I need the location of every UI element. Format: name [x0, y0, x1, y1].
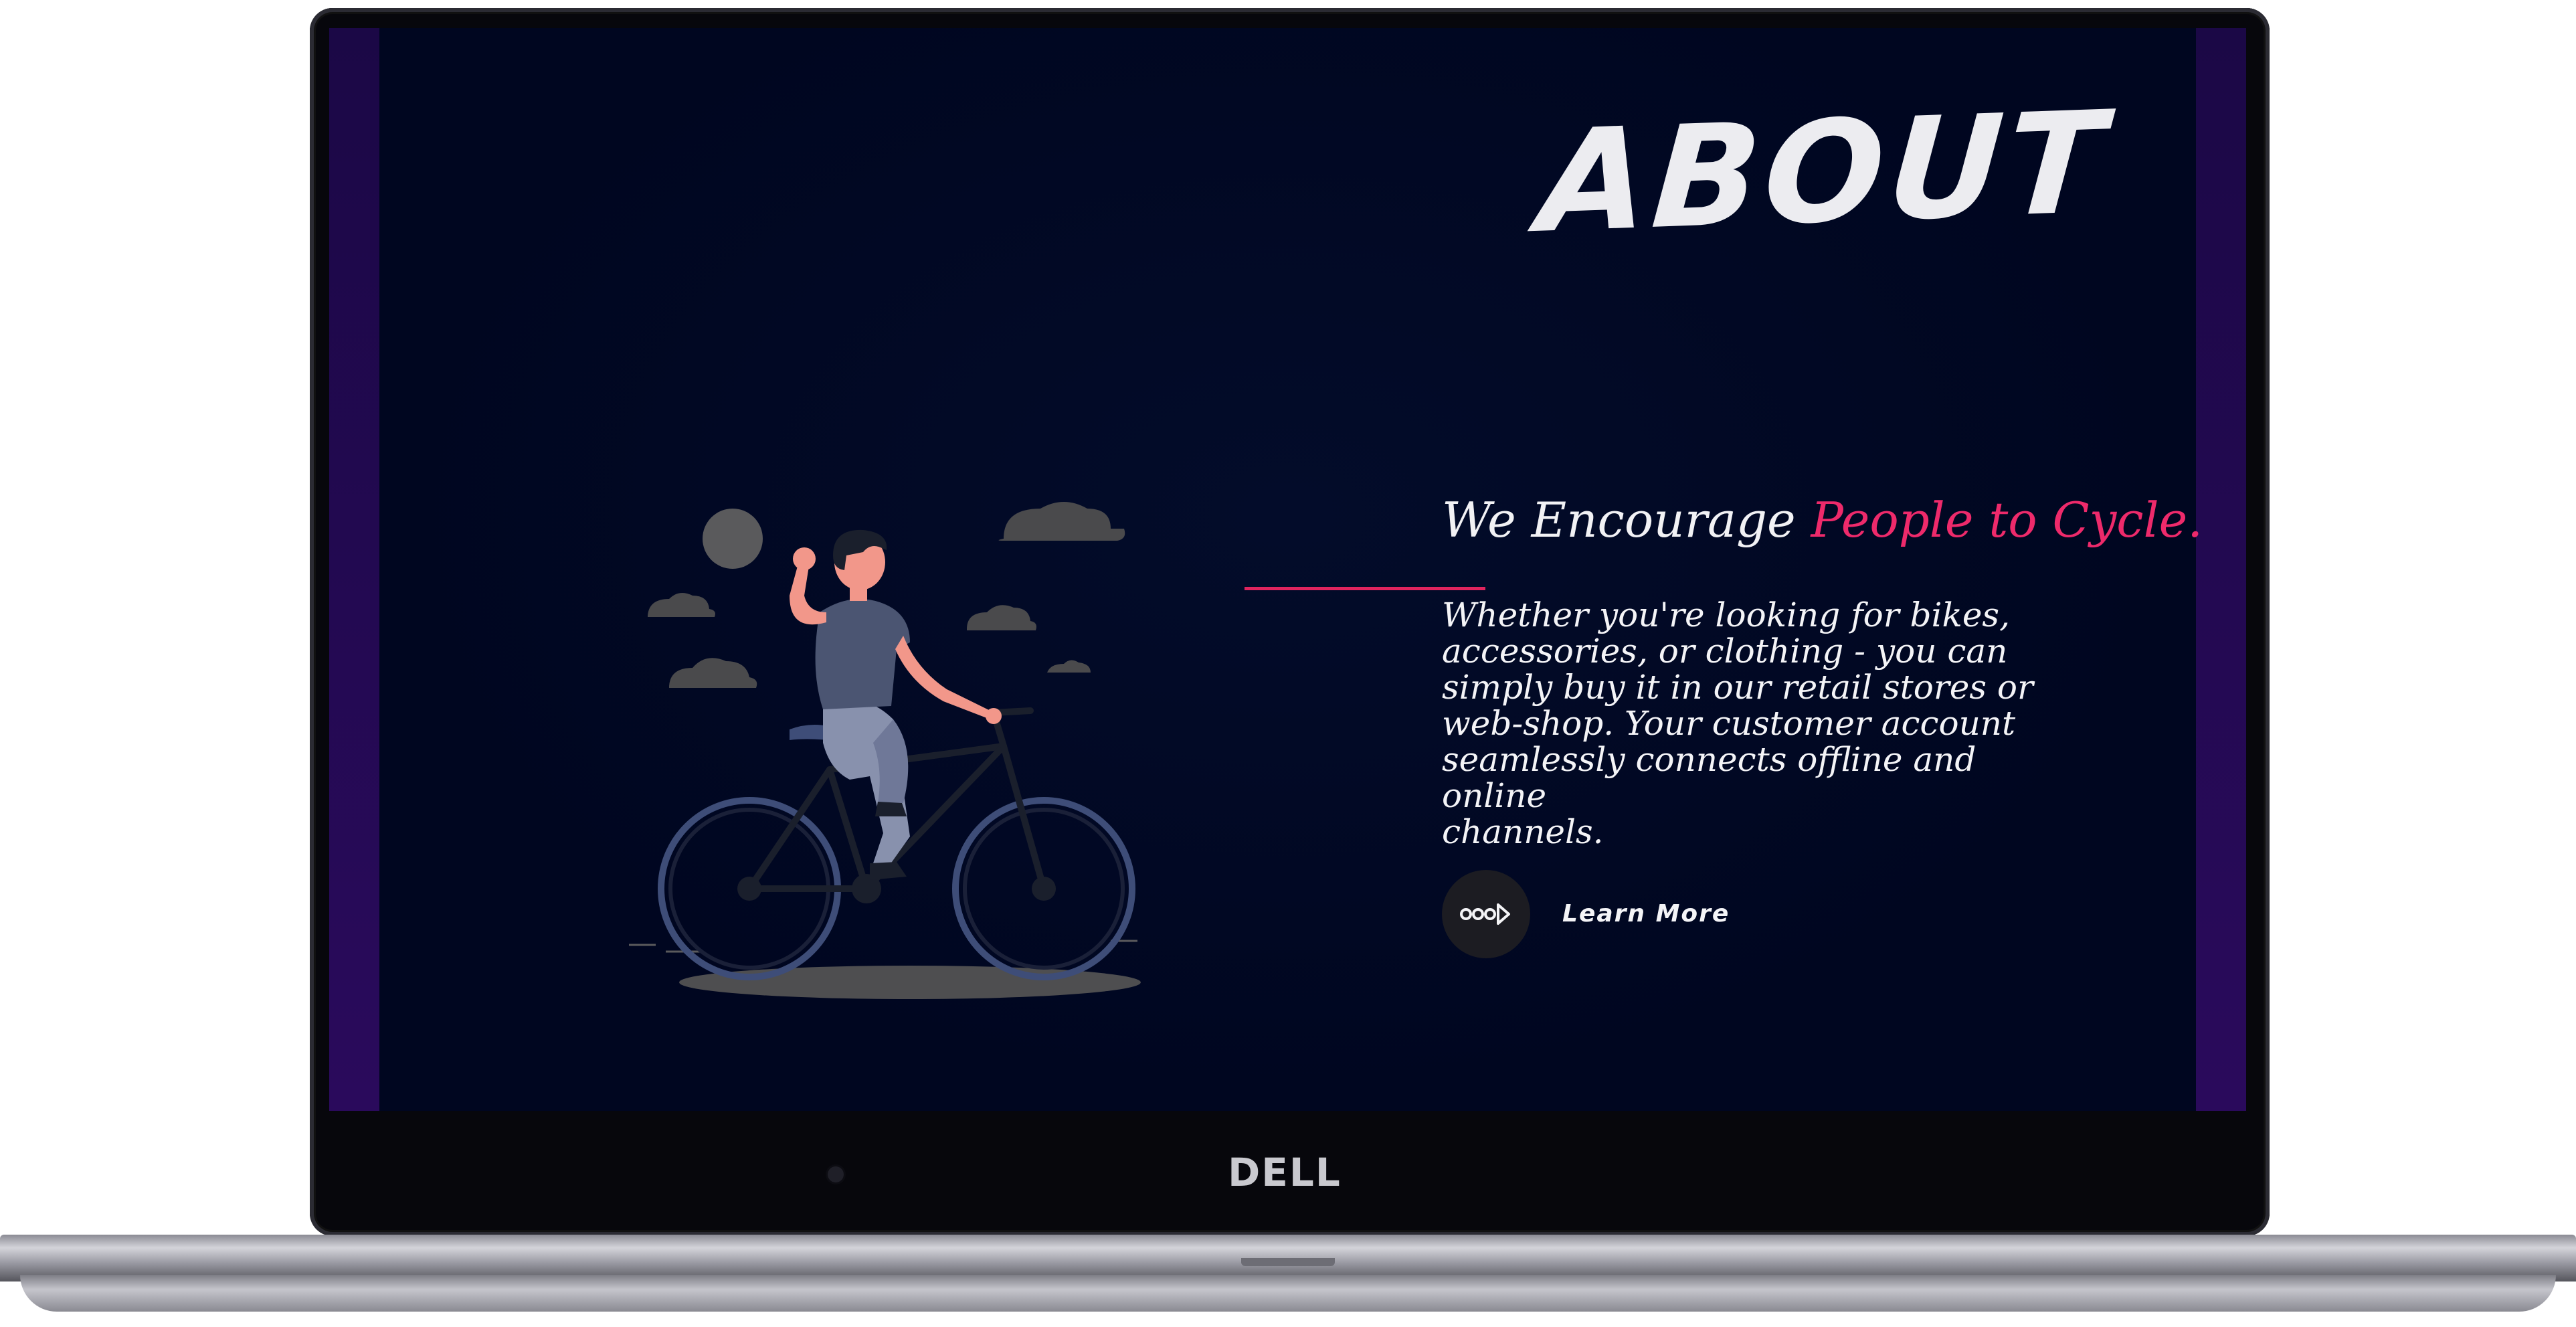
body-line: web-shop. Your customer account [1442, 704, 2016, 743]
learn-more-label[interactable]: Learn More [1562, 900, 1730, 927]
learn-more-circle[interactable] [1442, 869, 1530, 958]
body-line: seamlessly connects offline and online [1442, 740, 1976, 815]
brand-logo: DELL [1228, 1150, 1342, 1195]
moon-shape [703, 509, 763, 569]
learn-more-button[interactable]: Learn More [1442, 869, 1730, 959]
laptop-base-lip [20, 1275, 2556, 1312]
body-line: Whether you're looking for bikes, [1442, 596, 2010, 634]
about-body-text: Whether you're looking for bikes, access… [1442, 597, 2078, 850]
body-line: accessories, or clothing - you can [1442, 632, 2008, 671]
cyclist-illustration [629, 502, 1141, 999]
headline-plain: We Encourage [1442, 492, 1796, 548]
page-title: ABOUT [1534, 80, 2113, 264]
rider-arm-forward [895, 636, 990, 719]
headline: We Encourage People to Cycle. [1442, 492, 2203, 548]
hinge-notch [1241, 1258, 1335, 1266]
webcam-icon [828, 1166, 844, 1182]
body-line: channels. [1442, 812, 1604, 851]
arrow-dots-icon [1460, 903, 1510, 925]
body-line: simply buy it in our retail stores or [1442, 668, 2033, 707]
rider-shoe [870, 862, 907, 880]
motion-lines [629, 940, 1137, 953]
rider-torso [815, 599, 910, 709]
headline-accent: People to Cycle. [1811, 492, 2203, 548]
left-side-bar [329, 28, 379, 1111]
right-side-bar [2196, 28, 2246, 1111]
accent-divider [1245, 587, 1485, 590]
